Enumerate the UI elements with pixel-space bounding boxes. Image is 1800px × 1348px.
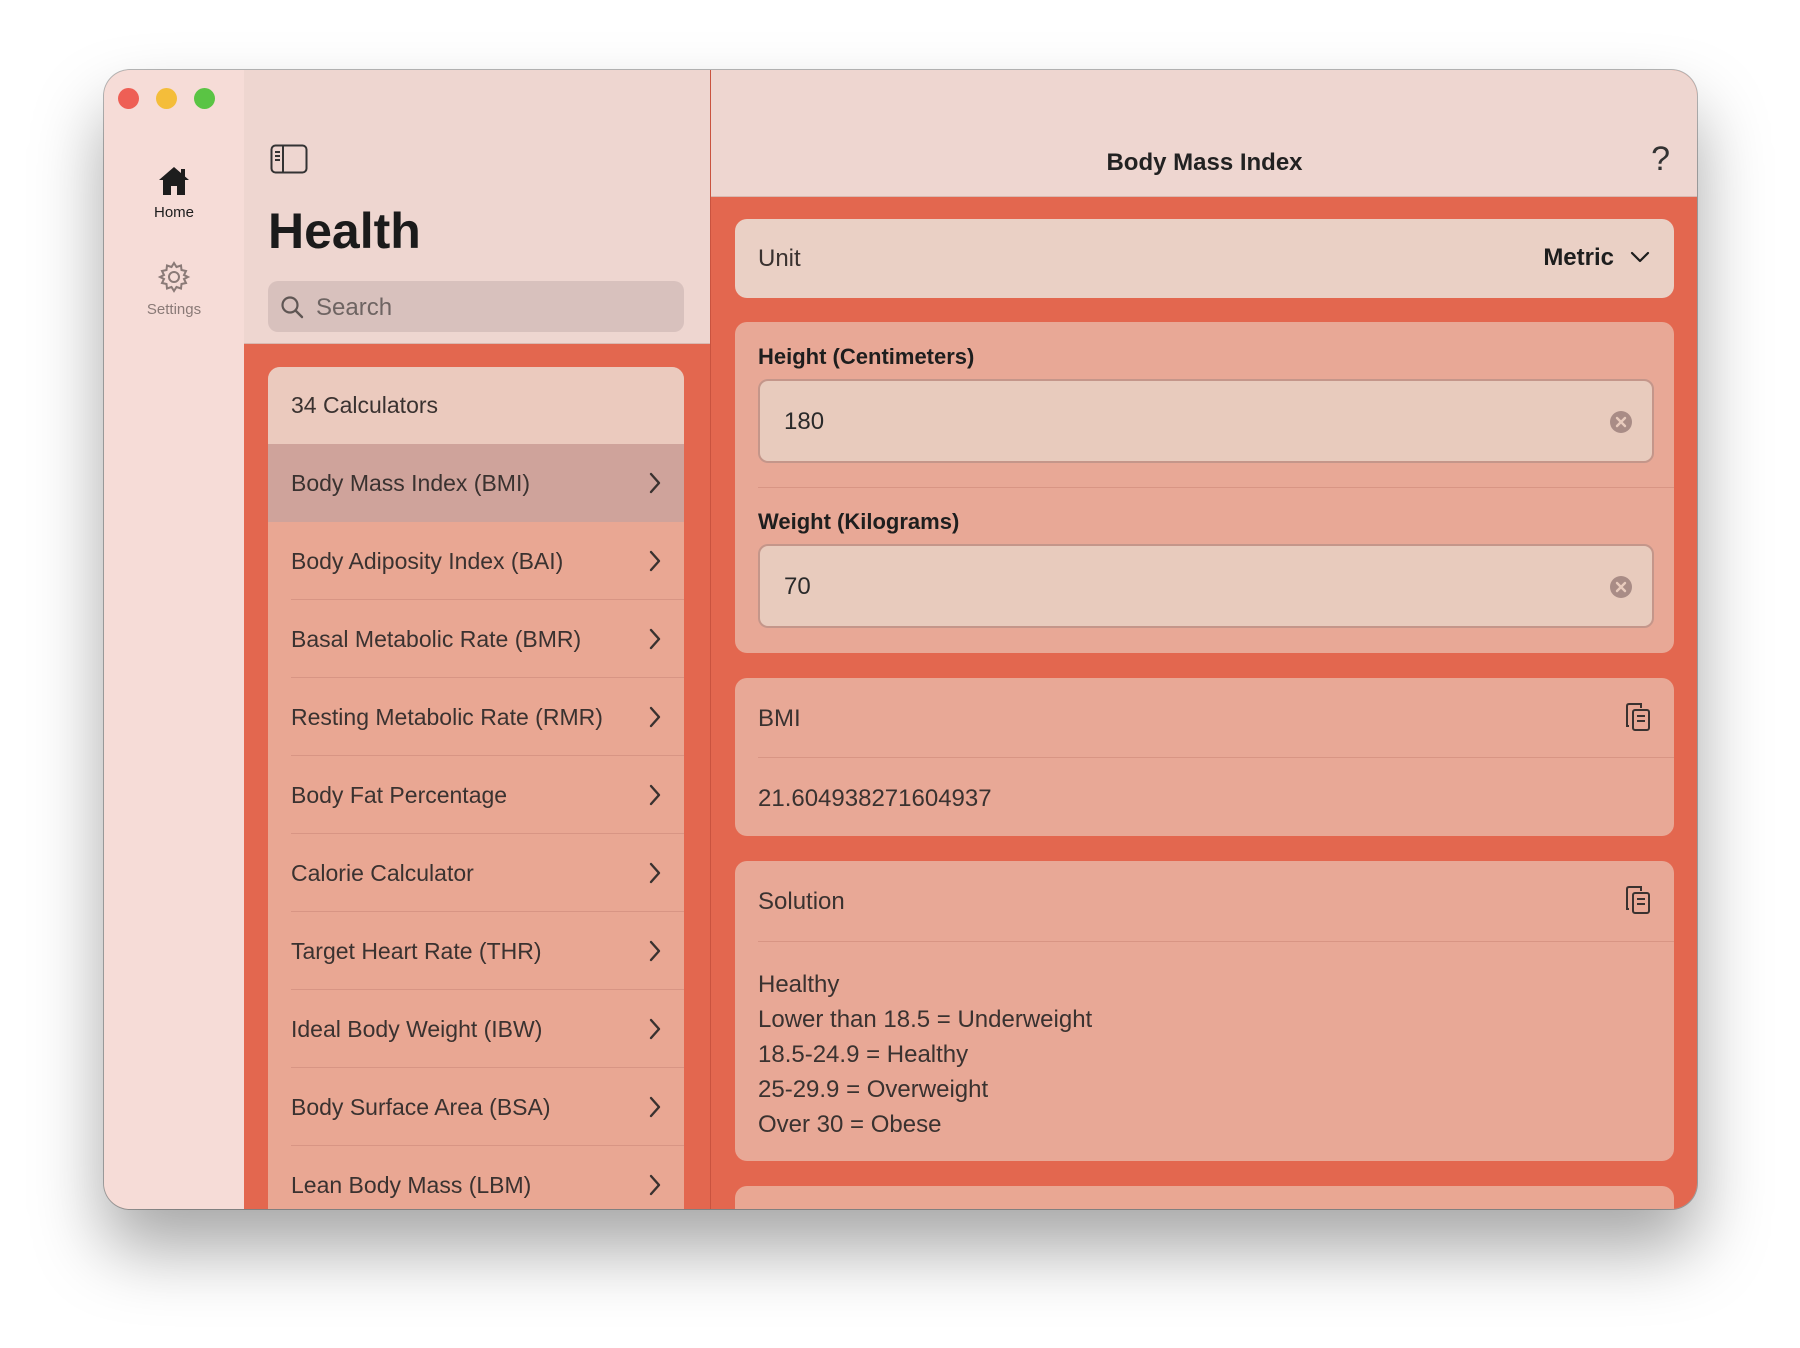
detail-title: Body Mass Index: [1106, 149, 1303, 176]
chevron-right-icon: [649, 1174, 661, 1196]
chevron-right-icon: [649, 940, 661, 962]
chevron-right-icon: [649, 472, 661, 494]
chevron-right-icon: [649, 706, 661, 728]
bmi-value: 21.604938271604937: [758, 785, 992, 812]
tab-rail: Home Settings: [104, 70, 244, 1209]
list-item-body-fat[interactable]: Body Fat Percentage: [268, 756, 684, 834]
chevron-right-icon: [649, 628, 661, 650]
height-field[interactable]: [758, 379, 1654, 463]
unit-picker[interactable]: Unit Metric: [735, 219, 1674, 298]
list-item-label: Basal Metabolic Rate (BMR): [291, 626, 582, 652]
chevron-right-icon: [649, 550, 661, 572]
unit-label: Unit: [758, 245, 801, 272]
gear-icon: [157, 261, 191, 293]
chevron-right-icon: [649, 1096, 661, 1118]
list-item-label: Body Fat Percentage: [291, 782, 508, 808]
clear-icon[interactable]: [1608, 409, 1634, 435]
detail-header: Body Mass Index ?: [711, 70, 1697, 197]
list-item-bsa[interactable]: Body Surface Area (BSA): [268, 1068, 684, 1146]
chevron-right-icon: [649, 1018, 661, 1040]
list-item-label: Target Heart Rate (THR): [291, 938, 542, 964]
bmi-result-card: BMI 21.604938271604937: [735, 678, 1674, 836]
tab-home-label: Home: [153, 204, 194, 221]
solution-text: Healthy Lower than 18.5 = Underweight 18…: [758, 971, 1093, 1138]
list-item-lbm[interactable]: Lean Body Mass (LBM): [268, 1146, 684, 1209]
list-item-label: Body Mass Index (BMI): [291, 470, 531, 496]
page-title: Health: [268, 203, 421, 259]
chevron-right-icon: [649, 862, 661, 884]
chevron-right-icon: [649, 784, 661, 806]
bmi-label: BMI: [758, 705, 801, 732]
list-item-bmr[interactable]: Basal Metabolic Rate (BMR): [268, 600, 684, 678]
tab-settings[interactable]: Settings: [104, 260, 244, 318]
weight-field[interactable]: [758, 544, 1654, 628]
solution-label: Solution: [758, 888, 845, 915]
detail-pane: Body Mass Index ? Unit Metric Height (Ce…: [710, 70, 1697, 1209]
height-label: Height (Centimeters): [758, 344, 975, 369]
zoom-window-button[interactable]: [194, 88, 215, 109]
search-icon: [281, 296, 304, 319]
list-item-label: Body Adiposity Index (BAI): [291, 548, 564, 574]
list-item-bmi[interactable]: Body Mass Index (BMI): [268, 444, 684, 522]
tab-settings-label: Settings: [146, 301, 202, 318]
calculator-list-column: Health 34 Calculators Body Mass Index (B…: [244, 70, 710, 1209]
list-item-label: Lean Body Mass (LBM): [291, 1172, 532, 1198]
divider: [758, 487, 1674, 488]
list-item-calorie[interactable]: Calorie Calculator: [268, 834, 684, 912]
help-button[interactable]: ?: [1651, 140, 1670, 179]
weight-label: Weight (Kilograms): [758, 509, 960, 534]
window-controls: [118, 88, 215, 109]
minimize-window-button[interactable]: [156, 88, 177, 109]
calculator-count: 34 Calculators: [268, 367, 684, 444]
clear-icon[interactable]: [1608, 574, 1634, 600]
sidebar-toggle-icon: [270, 144, 308, 174]
sidebar-toggle-button[interactable]: [270, 144, 308, 179]
unit-selected-value: Metric: [1543, 244, 1614, 271]
list-item-thr[interactable]: Target Heart Rate (THR): [268, 912, 684, 990]
copy-icon[interactable]: [1624, 702, 1652, 734]
copy-icon[interactable]: [1624, 885, 1652, 917]
calculator-list: 34 Calculators Body Mass Index (BMI) Bod…: [268, 367, 684, 1209]
weight-input[interactable]: [782, 546, 1566, 628]
app-window: Home Settings Health Search 34 Calculato…: [104, 70, 1697, 1209]
search-input[interactable]: [314, 281, 668, 334]
list-item-bai[interactable]: Body Adiposity Index (BAI): [268, 522, 684, 600]
tab-home[interactable]: Home: [104, 165, 244, 221]
chevron-down-icon: [1630, 251, 1650, 263]
list-item-ibw[interactable]: Ideal Body Weight (IBW): [268, 990, 684, 1068]
close-window-button[interactable]: [118, 88, 139, 109]
search-field[interactable]: [268, 281, 684, 334]
height-input[interactable]: [782, 381, 1566, 463]
list-item-rmr[interactable]: Resting Metabolic Rate (RMR): [268, 678, 684, 756]
divider: [758, 757, 1674, 758]
list-item-label: Ideal Body Weight (IBW): [291, 1016, 543, 1042]
next-card-partial: [735, 1186, 1674, 1209]
list-item-label: Body Surface Area (BSA): [291, 1094, 551, 1120]
list-item-label: Resting Metabolic Rate (RMR): [291, 704, 603, 730]
input-section: Height (Centimeters) Weight (Kilograms): [735, 322, 1674, 653]
list-item-label: Calorie Calculator: [291, 860, 474, 886]
divider: [758, 941, 1674, 942]
list-header: Health: [244, 70, 710, 344]
solution-card: Solution Healthy Lower than 18.5 = Under…: [735, 861, 1674, 1161]
house-icon: [159, 167, 189, 195]
